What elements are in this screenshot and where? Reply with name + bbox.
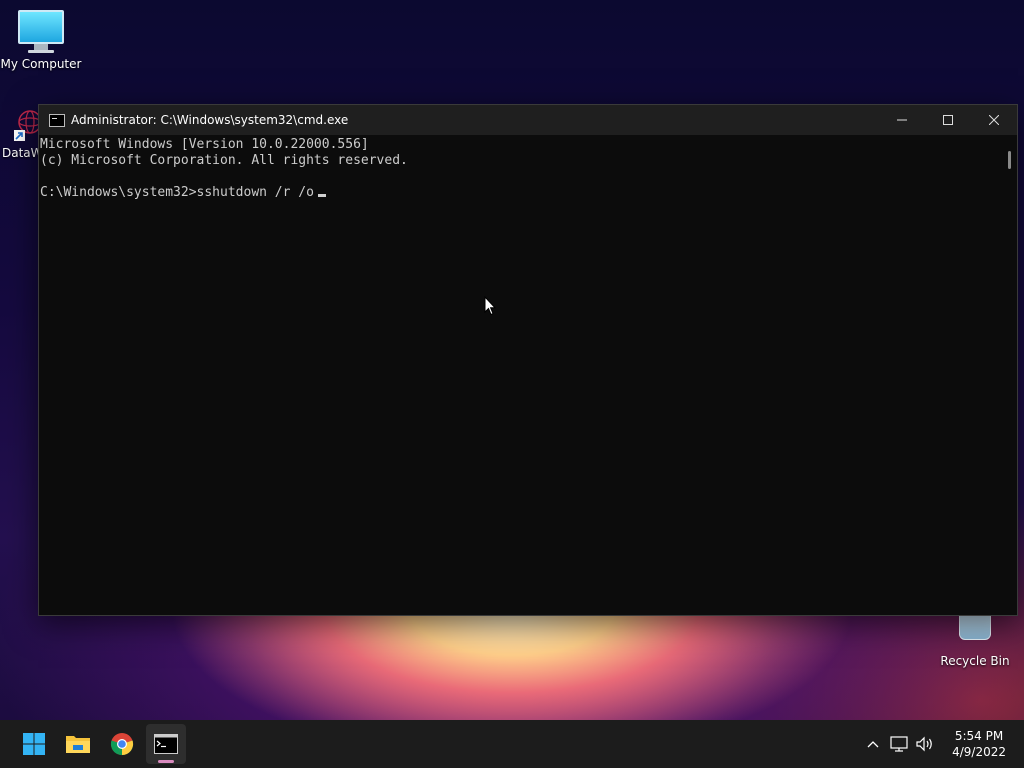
console-line: (c) Microsoft Corporation. All rights re… — [40, 153, 408, 168]
desktop-icon-label: DataW — [2, 146, 40, 160]
minimize-button[interactable] — [879, 105, 925, 135]
scrollbar-thumb[interactable] — [1008, 151, 1011, 169]
system-tray: 5:54 PM 4/9/2022 — [860, 720, 1024, 768]
taskbar-chrome[interactable] — [102, 724, 142, 764]
console-line: Microsoft Windows [Version 10.0.22000.55… — [40, 137, 369, 152]
terminal-icon — [49, 113, 65, 127]
minimize-icon — [897, 119, 907, 121]
desktop-icon-label: Recycle Bin — [940, 654, 1010, 668]
desktop-icon-label: My Computer — [0, 57, 82, 71]
recycle-bin-icon — [959, 612, 991, 640]
computer-icon — [0, 10, 82, 53]
close-icon — [989, 115, 999, 125]
speaker-icon — [916, 736, 932, 752]
maximize-icon — [943, 115, 953, 125]
taskbar-file-explorer[interactable] — [58, 724, 98, 764]
taskbar-command-prompt[interactable] — [146, 724, 186, 764]
chevron-up-icon — [867, 741, 879, 748]
close-button[interactable] — [971, 105, 1017, 135]
mouse-pointer-icon — [484, 296, 496, 316]
taskbar: 5:54 PM 4/9/2022 — [0, 720, 1024, 768]
text-cursor — [317, 194, 326, 197]
console-output[interactable]: Microsoft Windows [Version 10.0.22000.55… — [39, 135, 1002, 615]
scrollbar[interactable] — [1001, 135, 1017, 613]
title-bar[interactable]: Administrator: C:\Windows\system32\cmd.e… — [39, 105, 1017, 135]
volume-button[interactable] — [913, 732, 937, 756]
network-icon — [890, 736, 908, 752]
clock[interactable]: 5:54 PM 4/9/2022 — [938, 728, 1024, 760]
app-shortcut-icon — [12, 108, 40, 142]
cmd-window[interactable]: Administrator: C:\Windows\system32\cmd.e… — [38, 104, 1018, 616]
show-hidden-icons-button[interactable] — [861, 732, 885, 756]
clock-date: 4/9/2022 — [952, 745, 1006, 759]
chrome-icon — [110, 733, 134, 756]
start-button[interactable] — [14, 724, 54, 764]
network-button[interactable] — [887, 732, 911, 756]
window-title: Administrator: C:\Windows\system32\cmd.e… — [71, 113, 349, 127]
terminal-icon — [154, 734, 178, 754]
console-command: C:\Windows\system32>sshutdown /r /o — [40, 185, 314, 200]
clock-time: 5:54 PM — [954, 729, 1004, 743]
desktop-icon-my-computer[interactable]: My Computer — [0, 10, 82, 71]
desktop-icon-recycle-bin[interactable]: Recycle Bin — [934, 612, 1016, 668]
maximize-button[interactable] — [925, 105, 971, 135]
folder-icon — [66, 736, 90, 753]
windows-logo-icon — [23, 733, 45, 755]
desktop-icon-dataw[interactable]: DataW — [0, 108, 40, 160]
console-prompt-line: C:\Windows\system32>sshutdown /r /o — [40, 185, 1002, 201]
